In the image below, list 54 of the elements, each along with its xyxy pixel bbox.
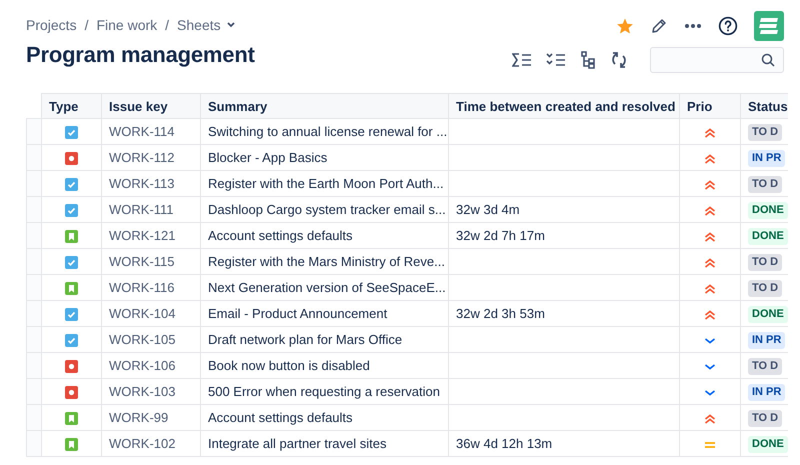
edit-icon[interactable] bbox=[650, 17, 668, 35]
issue-summary: Email - Product Announcement bbox=[208, 306, 388, 321]
status-badge: TO D bbox=[748, 254, 782, 270]
issue-summary: Book now button is disabled bbox=[208, 358, 370, 373]
status-badge: DONE bbox=[748, 306, 788, 322]
search-icon bbox=[761, 53, 775, 67]
issue-summary: Account settings defaults bbox=[208, 410, 353, 425]
column-header[interactable]: Prio bbox=[680, 94, 740, 118]
issue-summary: Account settings defaults bbox=[208, 228, 353, 243]
issue-summary: Dashloop Cargo system tracker email s... bbox=[208, 202, 446, 217]
resolution-time: 32w 3d 4m bbox=[456, 202, 520, 217]
breadcrumb-link[interactable]: Fine work bbox=[96, 17, 158, 33]
column-header[interactable]: Type bbox=[42, 94, 102, 118]
issue-summary: Register with the Earth Moon Port Auth... bbox=[208, 176, 444, 191]
checklist-icon[interactable] bbox=[546, 52, 566, 68]
column-header[interactable]: Issue key bbox=[102, 94, 200, 118]
issue-summary: Blocker - App Basics bbox=[208, 150, 328, 165]
issue-summary: Integrate all partner travel sites bbox=[208, 436, 386, 451]
hierarchy-icon[interactable] bbox=[580, 51, 596, 69]
app-logo-icon[interactable] bbox=[754, 11, 784, 41]
status-badge: TO D bbox=[748, 124, 782, 140]
status-badge: DONE bbox=[748, 228, 788, 244]
resolution-time: 36w 4d 12h 13m bbox=[456, 436, 552, 451]
help-icon[interactable] bbox=[718, 16, 738, 36]
issue-summary: Switching to annual license renewal for ... bbox=[208, 124, 448, 139]
sum-list-icon[interactable] bbox=[512, 52, 532, 68]
status-badge: IN PR bbox=[748, 384, 786, 400]
breadcrumb-separator: / bbox=[165, 17, 170, 33]
column-header[interactable]: Time between created and resolved bbox=[448, 94, 680, 118]
chevron-down-icon[interactable] bbox=[226, 21, 236, 29]
breadcrumb-separator: / bbox=[84, 17, 88, 33]
more-icon[interactable] bbox=[684, 23, 702, 29]
issue-summary: 500 Error when requesting a reservation bbox=[208, 384, 440, 399]
status-badge: TO D bbox=[748, 280, 782, 296]
status-badge: DONE bbox=[748, 202, 788, 218]
status-badge: TO D bbox=[748, 410, 782, 426]
status-badge: IN PR bbox=[748, 332, 786, 348]
column-header[interactable]: Status bbox=[740, 94, 788, 118]
status-badge: TO D bbox=[748, 176, 782, 192]
breadcrumb-link[interactable]: Sheets bbox=[177, 17, 221, 33]
page-title: Program management bbox=[26, 42, 255, 68]
resolution-time: 32w 2d 7h 17m bbox=[456, 228, 545, 243]
search-field[interactable] bbox=[650, 47, 784, 73]
status-badge: DONE bbox=[748, 436, 788, 452]
status-badge: TO D bbox=[748, 358, 782, 374]
resolution-time: 32w 2d 3h 53m bbox=[456, 306, 545, 321]
refresh-icon[interactable] bbox=[610, 51, 628, 69]
issue-summary: Register with the Mars Ministry of Reve... bbox=[208, 254, 445, 269]
issue-summary: Draft network plan for Mars Office bbox=[208, 332, 402, 347]
star-icon[interactable] bbox=[616, 17, 634, 35]
column-header[interactable]: Summary bbox=[200, 94, 448, 118]
status-badge: IN PR bbox=[748, 150, 786, 166]
issue-summary: Next Generation version of SeeSpaceE... bbox=[208, 280, 446, 295]
breadcrumb-link[interactable]: Projects bbox=[26, 17, 77, 33]
